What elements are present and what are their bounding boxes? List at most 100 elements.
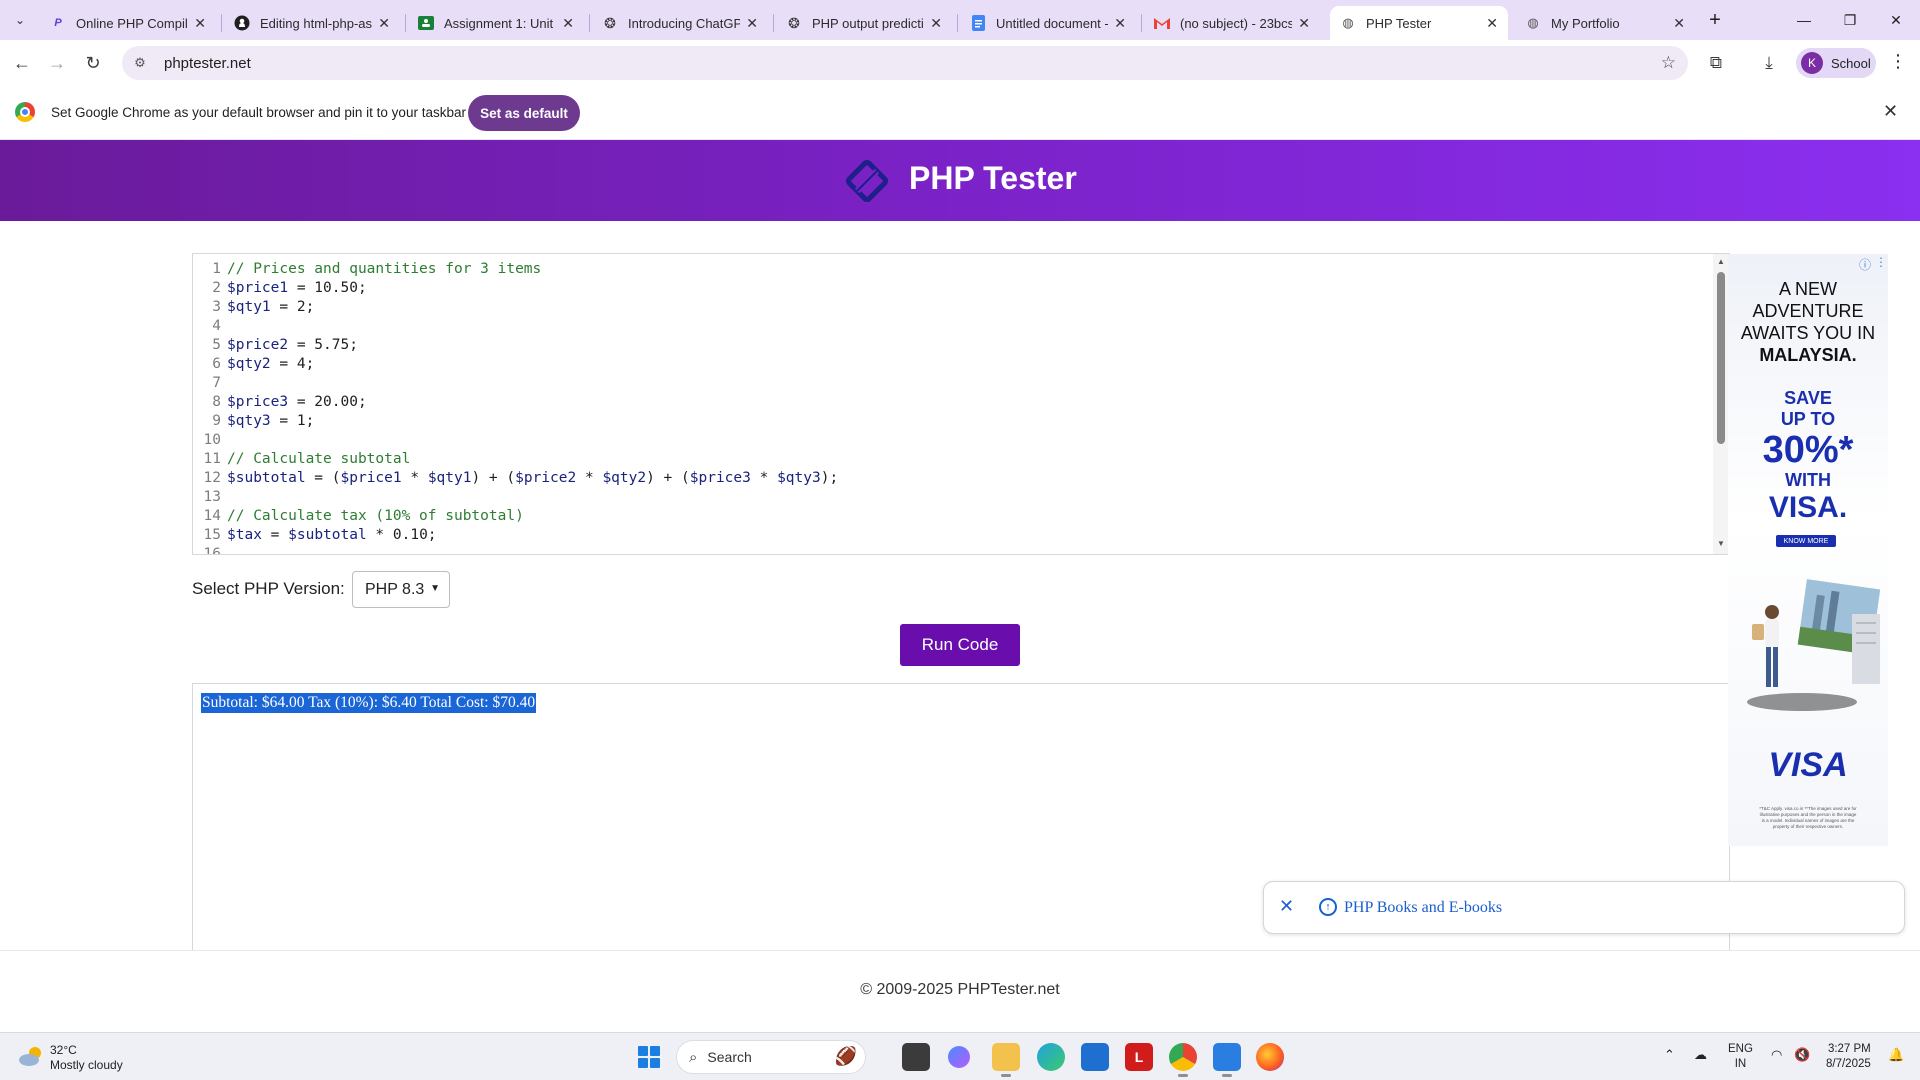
code-line[interactable]: 7 — [193, 374, 1693, 393]
code-line[interactable]: 14 // Calculate tax (10% of subtotal) — [193, 507, 1693, 526]
tab-gmail[interactable]: (no subject) - 23bcs0 ✕ — [1144, 6, 1320, 40]
line-source[interactable]: $subtotal = ($price1 * $qty1) + ($price2… — [227, 469, 838, 488]
file-explorer-icon[interactable] — [992, 1043, 1020, 1077]
restore-icon[interactable]: ❐ — [1827, 0, 1873, 40]
line-source[interactable]: $qty2 = 4; — [227, 355, 314, 374]
edge-icon[interactable] — [1037, 1043, 1065, 1071]
code-line[interactable]: 15 $tax = $subtotal * 0.10; — [193, 526, 1693, 545]
onedrive-icon[interactable]: ☁ — [1694, 1047, 1707, 1063]
php-books-chip[interactable]: ✕ ↑ PHP Books and E-books — [1263, 881, 1905, 934]
tab-online-php-compiler[interactable]: P Online PHP Compiler ✕ — [40, 6, 216, 40]
code-line[interactable]: 12 $subtotal = ($price1 * $qty1) + ($pric… — [193, 469, 1693, 488]
profile-button[interactable]: K School — [1796, 48, 1876, 78]
tab-untitled-document[interactable]: Untitled document - ✕ — [960, 6, 1136, 40]
ad-info-icon[interactable]: ⓘ — [1859, 256, 1871, 273]
code-line[interactable]: 3 $qty1 = 2; — [193, 298, 1693, 317]
code-line[interactable]: 11 // Calculate subtotal — [193, 450, 1693, 469]
tab-search-chevron-icon[interactable]: ⌄ — [8, 8, 32, 32]
l-app-icon[interactable]: L — [1125, 1043, 1153, 1071]
run-code-button[interactable]: Run Code — [900, 624, 1020, 666]
line-source[interactable]: // Calculate subtotal — [227, 450, 410, 469]
taskbar-search[interactable]: ⌕ Search 🏈 — [676, 1040, 866, 1074]
code-line[interactable]: 2 $price1 = 10.50; — [193, 279, 1693, 298]
chip-link[interactable]: PHP Books and E-books — [1344, 899, 1502, 917]
address-bar[interactable]: ⚙ phptester.net ☆ — [122, 46, 1688, 80]
code-editor[interactable]: 1 // Prices and quantities for 3 items 2 $p… — [192, 253, 1730, 555]
store-icon[interactable] — [1081, 1043, 1109, 1071]
chrome-icon[interactable] — [1169, 1043, 1197, 1077]
infobar-close-icon[interactable]: ✕ — [1883, 101, 1898, 122]
scroll-down-arrow-icon[interactable]: ▼ — [1717, 539, 1725, 548]
line-source[interactable]: $tax = $subtotal * 0.10; — [227, 526, 437, 545]
address-url[interactable]: phptester.net — [164, 55, 251, 72]
scroll-up-arrow-icon[interactable]: ▲ — [1717, 257, 1725, 266]
code-line[interactable]: 16 — [193, 545, 1693, 554]
copilot-icon[interactable] — [948, 1046, 970, 1068]
browser-menu-kebab-icon[interactable]: ⋮ — [1888, 51, 1908, 75]
tab-close-icon[interactable]: ✕ — [1298, 15, 1310, 32]
wifi-icon[interactable]: ◠ — [1771, 1047, 1782, 1063]
new-tab-plus-icon[interactable]: + — [1703, 8, 1727, 32]
tab-close-icon[interactable]: ✕ — [930, 15, 942, 32]
scrollbar-thumb[interactable] — [1717, 272, 1725, 444]
back-arrow-icon[interactable]: ← — [10, 51, 34, 75]
code-line[interactable]: 6 $qty2 = 4; — [193, 355, 1693, 374]
weather-cloud-sun-icon[interactable] — [18, 1045, 44, 1067]
tab-separator — [773, 14, 774, 32]
output-text[interactable]: Subtotal: $64.00 Tax (10%): $6.40 Total … — [201, 693, 537, 713]
set-as-default-button[interactable]: Set as default — [468, 95, 580, 131]
weather-widget[interactable]: 32°C Mostly cloudy — [50, 1043, 123, 1073]
extensions-puzzle-icon[interactable]: ⧉ — [1704, 51, 1728, 75]
notification-bell-icon[interactable]: 🔔 — [1888, 1047, 1904, 1063]
tray-overflow-chevron-icon[interactable]: ⌃ — [1664, 1047, 1675, 1063]
code-line[interactable]: 5 $price2 = 5.75; — [193, 336, 1693, 355]
line-source[interactable]: $price1 = 10.50; — [227, 279, 367, 298]
ad-know-more-button[interactable]: KNOW MORE — [1776, 535, 1836, 547]
tab-close-icon[interactable]: ✕ — [1486, 15, 1498, 32]
volume-muted-icon[interactable]: 🔇 — [1794, 1047, 1810, 1063]
start-windows-icon[interactable] — [638, 1046, 660, 1068]
line-source[interactable]: $qty1 = 2; — [227, 298, 314, 317]
visa-malaysia-ad[interactable]: ⓘ ⋮ A NEW ADVENTURE AWAITS YOU IN MALAYS… — [1728, 254, 1888, 846]
tab-editing-github[interactable]: Editing html-php-assi ✕ — [224, 6, 400, 40]
file-manager-icon[interactable] — [902, 1043, 930, 1071]
bookmark-star-icon[interactable]: ☆ — [1661, 53, 1676, 73]
line-source[interactable]: $qty3 = 1; — [227, 412, 314, 431]
tab-php-tester[interactable]: ◍ PHP Tester ✕ — [1330, 6, 1508, 40]
code-line[interactable]: 13 — [193, 488, 1693, 507]
tab-close-icon[interactable]: ✕ — [562, 15, 574, 32]
tab-close-icon[interactable]: ✕ — [1114, 15, 1126, 32]
tab-close-icon[interactable]: ✕ — [1673, 15, 1685, 32]
forward-arrow-icon[interactable]: → — [45, 51, 69, 75]
line-source[interactable]: $price2 = 5.75; — [227, 336, 358, 355]
code-line[interactable]: 9 $qty3 = 1; — [193, 412, 1693, 431]
reload-icon[interactable]: ↻ — [81, 51, 105, 75]
tab-php-output-prediction[interactable]: ❂ PHP output predictio ✕ — [776, 6, 952, 40]
tab-close-icon[interactable]: ✕ — [746, 15, 758, 32]
php-version-select[interactable]: PHP 8.3 ▼ — [352, 571, 450, 608]
code-token: $price2 — [515, 470, 577, 486]
code-line[interactable]: 1 // Prices and quantities for 3 items — [193, 260, 1693, 279]
code-line[interactable]: 4 — [193, 317, 1693, 336]
editor-scrollbar[interactable]: ▲ ▼ — [1713, 254, 1729, 554]
line-source[interactable]: // Calculate tax (10% of subtotal) — [227, 507, 524, 526]
minimize-icon[interactable]: — — [1781, 0, 1827, 40]
code-line[interactable]: 8 $price3 = 20.00; — [193, 393, 1693, 412]
tab-close-icon[interactable]: ✕ — [378, 15, 390, 32]
download-icon[interactable]: ⤓ — [1757, 51, 1781, 75]
line-source[interactable]: // Prices and quantities for 3 items — [227, 260, 541, 279]
tab-close-icon[interactable]: ✕ — [194, 15, 206, 32]
code-line[interactable]: 10 — [193, 431, 1693, 450]
ad-options-icon[interactable]: ⋮ — [1875, 255, 1887, 269]
tab-introducing-chatgpt[interactable]: ❂ Introducing ChatGPT ✕ — [592, 6, 768, 40]
language-indicator[interactable]: ENG IN — [1728, 1042, 1753, 1072]
line-source[interactable]: $price3 = 20.00; — [227, 393, 367, 412]
firefox-icon[interactable] — [1256, 1043, 1284, 1071]
window-close-icon[interactable]: ✕ — [1873, 0, 1919, 40]
tab-my-portfolio[interactable]: ◍ My Portfolio ✕ — [1515, 6, 1695, 40]
taskbar-clock[interactable]: 3:27 PM 8/7/2025 — [1826, 1042, 1871, 1072]
site-info-icon[interactable]: ⚙ — [130, 55, 150, 71]
notepad-icon[interactable] — [1213, 1043, 1241, 1077]
chip-close-icon[interactable]: ✕ — [1279, 896, 1294, 917]
tab-assignment[interactable]: Assignment 1: Unit 1 ✕ — [408, 6, 584, 40]
